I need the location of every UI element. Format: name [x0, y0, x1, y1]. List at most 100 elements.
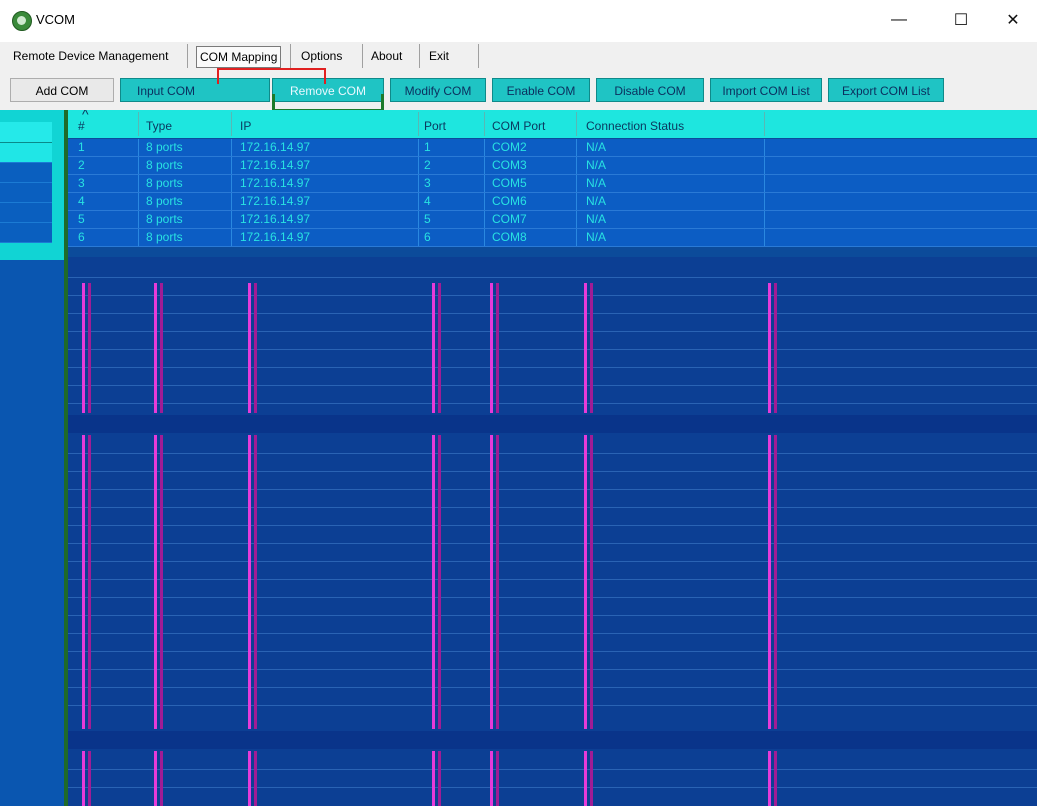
- menu-remote-device-management[interactable]: Remote Device Management: [10, 46, 171, 66]
- cell-port: 6: [424, 230, 431, 244]
- column-header-number[interactable]: #: [78, 110, 85, 138]
- device-tree-item[interactable]: [0, 163, 52, 183]
- table-row[interactable]: 5 8 ports 172.16.14.97 5 COM7 N/A: [68, 211, 1037, 229]
- cell-ip: 172.16.14.97: [240, 158, 311, 172]
- cell-separator: [418, 193, 419, 210]
- glitch-line: [68, 331, 1037, 332]
- cell-separator: [231, 157, 232, 174]
- column-separator[interactable]: [138, 112, 139, 136]
- menu-about[interactable]: About: [368, 46, 405, 66]
- column-header-ip[interactable]: IP: [240, 110, 251, 138]
- device-tree-header: [0, 122, 52, 143]
- cell-separator: [764, 193, 765, 210]
- glitch-bar: [160, 283, 163, 413]
- table-row[interactable]: 3 8 ports 172.16.14.97 3 COM5 N/A: [68, 175, 1037, 193]
- cell-type: 8 ports: [146, 212, 183, 226]
- cell-connection-status: N/A: [586, 230, 607, 244]
- device-tree-item[interactable]: [0, 143, 52, 163]
- cell-separator: [764, 175, 765, 192]
- cell-separator: [418, 175, 419, 192]
- glitch-bar: [432, 283, 435, 413]
- glitch-line: [68, 385, 1037, 386]
- render-glitch-region: [68, 257, 1037, 806]
- column-separator[interactable]: [484, 112, 485, 136]
- glitch-bar: [88, 283, 91, 413]
- device-tree-item[interactable]: [0, 183, 52, 203]
- column-header-com-port[interactable]: COM Port: [492, 110, 545, 138]
- glitch-line: [68, 295, 1037, 296]
- glitch-line: [68, 543, 1037, 544]
- toolbar: Add COM Input COM Remove COM Modify COM …: [0, 70, 1037, 110]
- glitch-bar: [432, 435, 435, 729]
- com-mapping-table: ^ # Type IP Port COM Port Connection Sta…: [68, 110, 1037, 806]
- glitch-bar: [160, 751, 163, 806]
- glitch-line: [68, 705, 1037, 706]
- glitch-bar: [768, 435, 771, 729]
- disable-com-button[interactable]: Disable COM: [596, 78, 704, 102]
- column-separator[interactable]: [418, 112, 419, 136]
- cell-connection-status: N/A: [586, 158, 607, 172]
- cell-separator: [418, 229, 419, 246]
- table-row[interactable]: 2 8 ports 172.16.14.97 2 COM3 N/A: [68, 157, 1037, 175]
- cell-number: 4: [78, 194, 85, 208]
- column-separator[interactable]: [231, 112, 232, 136]
- modify-com-button[interactable]: Modify COM: [390, 78, 486, 102]
- cell-ip: 172.16.14.97: [240, 212, 311, 226]
- menu-com-mapping[interactable]: COM Mapping: [196, 46, 282, 68]
- menu-exit[interactable]: Exit: [426, 46, 452, 66]
- glitch-line: [68, 597, 1037, 598]
- cell-com-port: COM7: [492, 212, 527, 226]
- column-separator[interactable]: [764, 112, 765, 136]
- column-separator[interactable]: [576, 112, 577, 136]
- cell-type: 8 ports: [146, 194, 183, 208]
- device-tree-item[interactable]: [0, 223, 52, 243]
- import-com-list-button[interactable]: Import COM List: [710, 78, 822, 102]
- export-com-list-button[interactable]: Export COM List: [828, 78, 944, 102]
- table-header: ^ # Type IP Port COM Port Connection Sta…: [68, 110, 1037, 138]
- cell-connection-status: N/A: [586, 212, 607, 226]
- device-tree-item[interactable]: [0, 203, 52, 223]
- cell-type: 8 ports: [146, 176, 183, 190]
- enable-com-button[interactable]: Enable COM: [492, 78, 590, 102]
- cell-separator: [418, 157, 419, 174]
- cell-port: 2: [424, 158, 431, 172]
- glitch-bar: [82, 283, 85, 413]
- glitch-bar: [254, 435, 257, 729]
- glitch-bar: [496, 435, 499, 729]
- minimize-button[interactable]: —: [876, 0, 922, 40]
- cell-separator: [764, 157, 765, 174]
- menu-options[interactable]: Options: [298, 46, 345, 66]
- cell-com-port: COM3: [492, 158, 527, 172]
- maximize-button[interactable]: ☐: [938, 0, 984, 40]
- cell-separator: [138, 175, 139, 192]
- column-header-connection-status[interactable]: Connection Status: [586, 110, 684, 138]
- cell-port: 3: [424, 176, 431, 190]
- table-row[interactable]: 6 8 ports 172.16.14.97 6 COM8 N/A: [68, 229, 1037, 247]
- cell-separator: [418, 211, 419, 228]
- cell-connection-status: N/A: [586, 140, 607, 154]
- glitch-line: [68, 687, 1037, 688]
- glitch-bar: [438, 283, 441, 413]
- glitch-line: [68, 403, 1037, 404]
- glitch-bar: [154, 283, 157, 413]
- table-row[interactable]: 1 8 ports 172.16.14.97 1 COM2 N/A: [68, 139, 1037, 157]
- column-header-type[interactable]: Type: [146, 110, 172, 138]
- glitch-line: [68, 787, 1037, 788]
- table-row[interactable]: 4 8 ports 172.16.14.97 4 COM6 N/A: [68, 193, 1037, 211]
- glitch-line: [68, 453, 1037, 454]
- cell-type: 8 ports: [146, 140, 183, 154]
- glitch-bar: [88, 751, 91, 806]
- glitch-line: [68, 489, 1037, 490]
- glitch-bar: [248, 751, 251, 806]
- cell-separator: [484, 175, 485, 192]
- cell-separator: [484, 193, 485, 210]
- glitch-bar: [590, 435, 593, 729]
- close-button[interactable]: ✕: [990, 0, 1036, 40]
- column-header-port[interactable]: Port: [424, 110, 446, 138]
- cell-number: 3: [78, 176, 85, 190]
- add-com-button[interactable]: Add COM: [10, 78, 114, 102]
- cell-ip: 172.16.14.97: [240, 230, 311, 244]
- cell-separator: [138, 193, 139, 210]
- cell-separator: [576, 193, 577, 210]
- cell-ip: 172.16.14.97: [240, 140, 311, 154]
